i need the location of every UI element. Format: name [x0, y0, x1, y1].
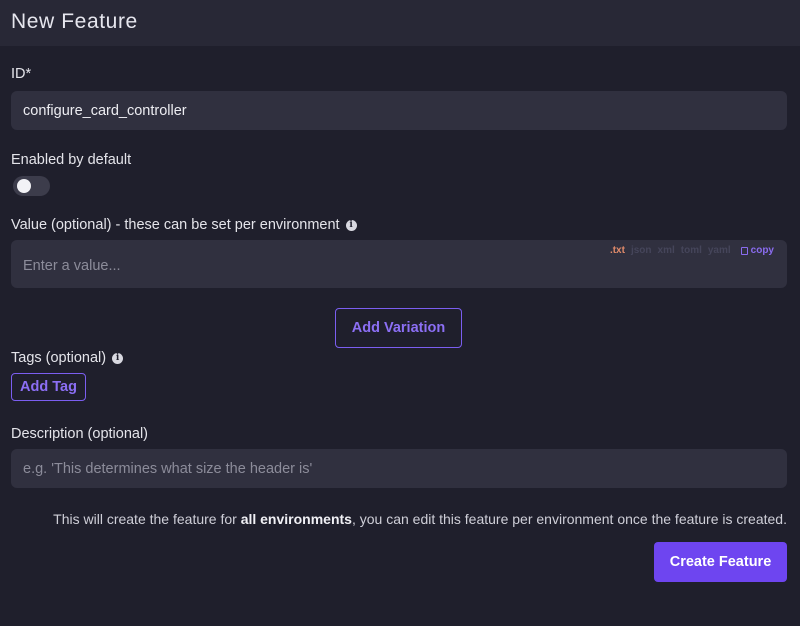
- id-input[interactable]: configure_card_controller: [11, 91, 787, 130]
- tags-label: Tags (optional) i: [11, 350, 124, 366]
- info-icon[interactable]: i: [112, 352, 124, 364]
- create-notice: This will create the feature for all env…: [53, 511, 787, 527]
- format-txt[interactable]: .txt: [610, 245, 625, 256]
- format-xml[interactable]: xml: [658, 245, 675, 256]
- format-yaml[interactable]: yaml: [708, 245, 731, 256]
- add-variation-button[interactable]: Add Variation: [335, 308, 462, 348]
- info-icon[interactable]: i: [345, 219, 357, 231]
- value-placeholder: Enter a value...: [23, 258, 121, 274]
- value-input[interactable]: Enter a value... .txt json xml toml yaml…: [11, 240, 787, 288]
- copy-button[interactable]: copy: [740, 245, 774, 256]
- page-title: New Feature: [11, 10, 138, 33]
- value-label: Value (optional) - these can be set per …: [11, 217, 357, 233]
- description-label: Description (optional): [11, 426, 149, 442]
- format-toml[interactable]: toml: [681, 245, 702, 256]
- description-input[interactable]: e.g. 'This determines what size the head…: [11, 449, 787, 488]
- id-label: ID*: [11, 66, 32, 82]
- clipboard-icon: [740, 246, 748, 255]
- enabled-label: Enabled by default: [11, 152, 132, 168]
- toggle-knob: [17, 179, 31, 193]
- add-tag-button[interactable]: Add Tag: [11, 373, 86, 401]
- create-feature-button[interactable]: Create Feature: [654, 542, 787, 582]
- format-json[interactable]: json: [631, 245, 652, 256]
- enabled-toggle[interactable]: [13, 176, 50, 196]
- format-selector: .txt json xml toml yaml copy: [610, 245, 774, 256]
- page-header: New Feature: [0, 0, 800, 46]
